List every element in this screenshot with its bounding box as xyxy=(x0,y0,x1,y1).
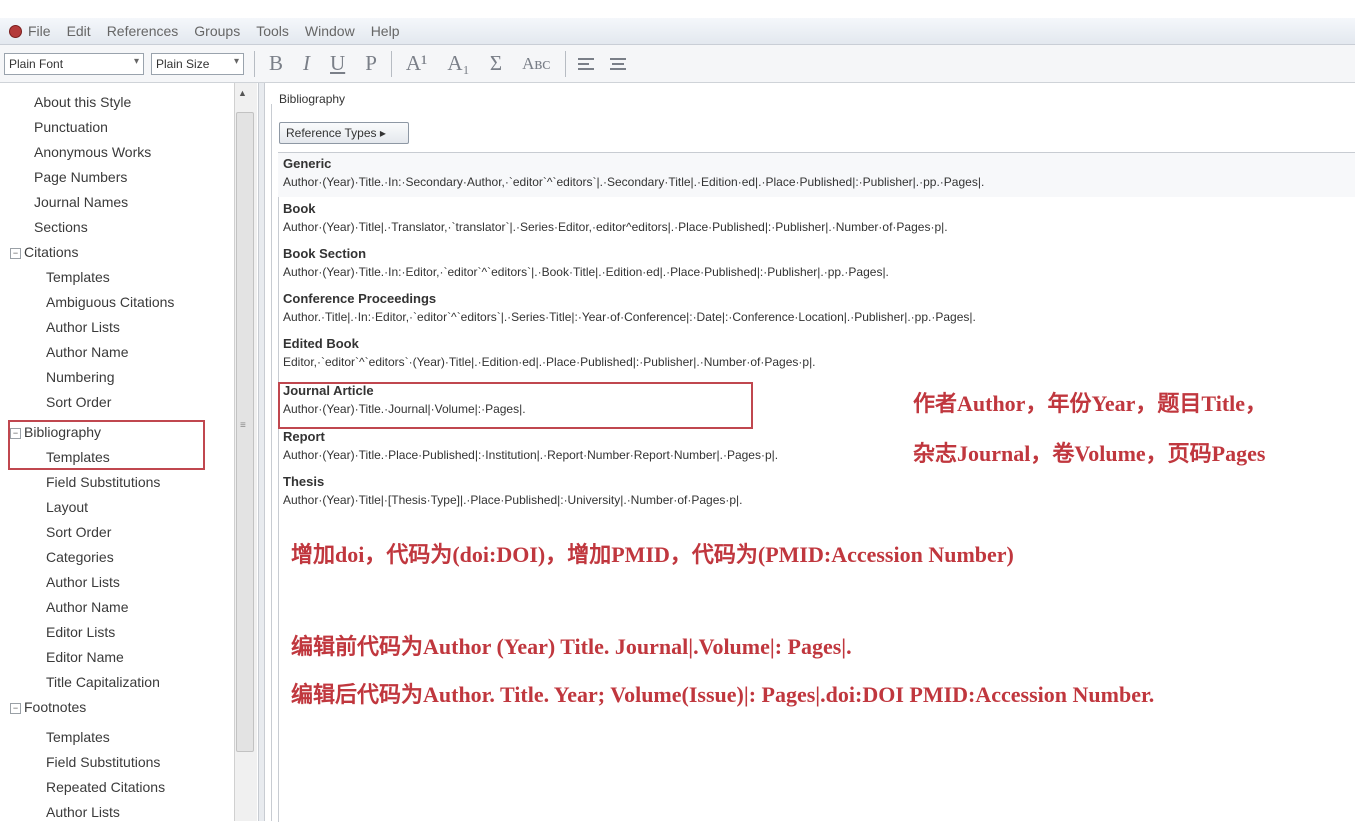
sidebar-item-citations-sort-order[interactable]: Sort Order xyxy=(46,394,111,410)
annotation-line-5: 编辑后代码为Author. Title. Year; Volume(Issue)… xyxy=(291,682,1155,707)
sidebar-item-about-this-style[interactable]: About this Style xyxy=(34,94,131,110)
menu-window[interactable]: Window xyxy=(305,23,355,39)
plain-button[interactable]: P xyxy=(365,51,377,76)
font-select[interactable]: Plain Font ▾ xyxy=(4,52,144,75)
collapse-toggle-icon[interactable]: − xyxy=(10,248,21,259)
title-strip xyxy=(0,0,1355,18)
toolbar-separator xyxy=(254,50,255,77)
toolbar-separator xyxy=(564,50,566,77)
sidebar-item-sections[interactable]: Sections xyxy=(34,219,88,235)
ref-type-label: Book Section xyxy=(283,246,367,261)
endnote-app-icon xyxy=(9,24,22,38)
sidebar-item-editor-lists[interactable]: Editor Lists xyxy=(46,624,115,640)
panel-title: Bibliography xyxy=(279,92,346,106)
sidebar-item-bibliography-sort-order[interactable]: Sort Order xyxy=(46,524,111,540)
menu-tools[interactable]: Tools xyxy=(256,23,289,39)
font-select-value: Plain Font xyxy=(9,56,64,71)
menu-references[interactable]: References xyxy=(107,23,179,39)
sidebar-item-layout[interactable]: Layout xyxy=(46,499,88,515)
sidebar-item-page-numbers[interactable]: Page Numbers xyxy=(34,169,127,185)
sidebar-item-anonymous-works[interactable]: Anonymous Works xyxy=(34,144,151,160)
sidebar-item-footnotes-templates[interactable]: Templates xyxy=(46,729,110,745)
ref-template-text[interactable]: Author·(Year)·Title.·Place·Published|:·I… xyxy=(283,448,778,462)
ref-type-label: Report xyxy=(283,429,325,444)
annotation-line-2: 杂志Journal，卷Volume，页码Pages xyxy=(913,441,1266,466)
sidebar-item-footnotes[interactable]: Footnotes xyxy=(24,699,86,715)
highlight-box-journal-article xyxy=(278,382,753,429)
pane-splitter[interactable] xyxy=(258,83,265,821)
sidebar-item-punctuation[interactable]: Punctuation xyxy=(34,119,108,135)
ref-template-text[interactable]: Author.·Title|.·In:·Editor,·`editor`^`ed… xyxy=(283,310,976,324)
sidebar-item-footnotes-field-substitutions[interactable]: Field Substitutions xyxy=(46,754,160,770)
ref-type-label: Conference Proceedings xyxy=(283,291,437,306)
ref-type-label: Thesis xyxy=(283,474,325,489)
sidebar-item-footnotes-author-lists[interactable]: Author Lists xyxy=(46,804,120,820)
toolbar-separator xyxy=(390,50,392,77)
highlight-box-bibliography-templates xyxy=(8,420,205,470)
annotation-line-4: 编辑前代码为Author (Year) Title. Journal|.Volu… xyxy=(291,634,852,659)
scroll-up-icon[interactable]: ▲ xyxy=(238,88,247,98)
annotation-line-3: 增加doi，代码为(doi:DOI)，增加PMID，代码为(PMID:Acces… xyxy=(291,542,1014,567)
size-select[interactable]: Plain Size ▾ xyxy=(151,52,244,75)
sidebar-item-numbering[interactable]: Numbering xyxy=(46,369,114,385)
sidebar-item-journal-names[interactable]: Journal Names xyxy=(34,194,128,210)
sidebar-item-citations-author-name[interactable]: Author Name xyxy=(46,344,128,360)
menu-bar: File Edit References Groups Tools Window… xyxy=(0,18,1355,45)
ref-template-text[interactable]: Author·(Year)·Title|·[Thesis·Type]|.·Pla… xyxy=(283,493,743,507)
ref-template-text[interactable]: Author·(Year)·Title.·In:·Editor,·`editor… xyxy=(283,265,889,279)
bold-button[interactable]: B xyxy=(269,51,283,76)
size-select-value: Plain Size xyxy=(156,56,210,71)
chevron-down-icon: ▾ xyxy=(233,55,239,67)
symbol-button[interactable]: Σ xyxy=(490,51,502,76)
collapse-toggle-icon[interactable]: − xyxy=(10,703,21,714)
sidebar-item-editor-name[interactable]: Editor Name xyxy=(46,649,124,665)
sidebar-item-bibliography-author-name[interactable]: Author Name xyxy=(46,599,128,615)
menu-groups[interactable]: Groups xyxy=(194,23,240,39)
format-toolbar: Plain Font ▾ Plain Size ▾ B I U P A¹ A₁ … xyxy=(0,45,1355,83)
ref-type-label: Generic xyxy=(283,156,332,171)
menu-edit[interactable]: Edit xyxy=(67,23,91,39)
small-caps-button[interactable]: Aʙᴄ xyxy=(522,54,550,74)
sidebar-item-bibliography-author-lists[interactable]: Author Lists xyxy=(46,574,120,590)
italic-button[interactable]: I xyxy=(303,51,310,76)
sidebar-item-title-capitalization[interactable]: Title Capitalization xyxy=(46,674,160,690)
align-center-icon[interactable] xyxy=(609,57,626,70)
align-left-icon[interactable] xyxy=(577,57,594,70)
reference-types-button[interactable]: Reference Types ▸ xyxy=(279,122,409,144)
ref-type-label: Edited Book xyxy=(283,336,359,351)
sidebar-scroll-thumb[interactable] xyxy=(236,112,254,752)
sidebar-item-ambiguous-citations[interactable]: Ambiguous Citations xyxy=(46,294,174,310)
sidebar-item-repeated-citations[interactable]: Repeated Citations xyxy=(46,779,165,795)
grip-icon: ≡ xyxy=(240,420,246,431)
chevron-down-icon: ▾ xyxy=(133,55,139,67)
sidebar-item-citations[interactable]: Citations xyxy=(24,244,78,260)
sidebar-item-bibliography-field-substitutions[interactable]: Field Substitutions xyxy=(46,474,160,490)
underline-button[interactable]: U xyxy=(330,51,345,76)
subscript-button[interactable]: A₁ xyxy=(447,51,470,76)
sidebar-item-citations-author-lists[interactable]: Author Lists xyxy=(46,319,120,335)
sidebar-item-categories[interactable]: Categories xyxy=(46,549,114,565)
panel-border xyxy=(271,104,272,821)
template-editor[interactable] xyxy=(278,152,1355,822)
superscript-button[interactable]: A¹ xyxy=(406,51,427,76)
ref-template-text[interactable]: Editor,·`editor`^`editors`·(Year)·Title|… xyxy=(283,355,816,369)
menu-help[interactable]: Help xyxy=(371,23,400,39)
ref-template-text[interactable]: Author·(Year)·Title|.·Translator,·`trans… xyxy=(283,220,948,234)
sidebar-item-citations-templates[interactable]: Templates xyxy=(46,269,110,285)
ref-type-label: Book xyxy=(283,201,316,216)
ref-template-text[interactable]: Author·(Year)·Title.·In:·Secondary·Autho… xyxy=(283,175,984,189)
menu-file[interactable]: File xyxy=(28,23,51,39)
annotation-line-1: 作者Author，年份Year，题目Title， xyxy=(913,391,1268,416)
